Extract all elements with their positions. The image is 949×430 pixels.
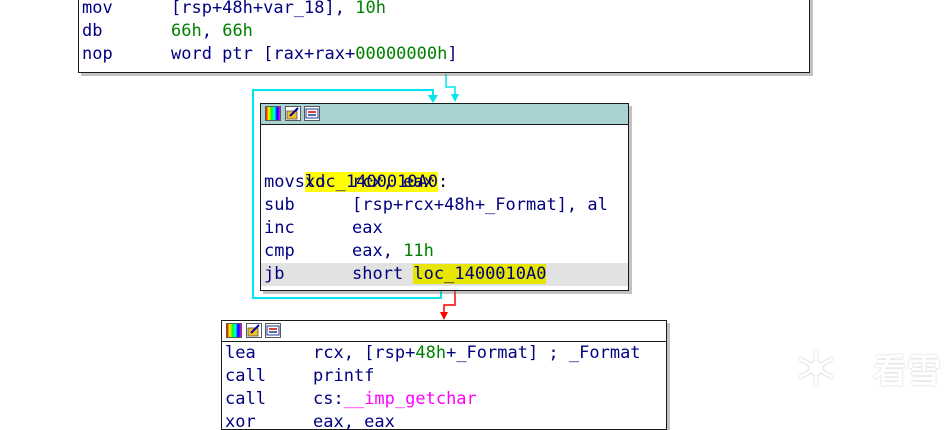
- color-node-icon[interactable]: [226, 323, 242, 338]
- instruction-line[interactable]: movsxd rcx, eax: [261, 171, 628, 194]
- mnemonic: call: [225, 366, 266, 386]
- instruction-line-selected[interactable]: jb short loc_1400010A0: [261, 263, 628, 286]
- instruction-line[interactable]: lea rcx, [rsp+48h+_Format] ; _Format: [222, 342, 666, 365]
- immediate-value: 66h: [222, 21, 253, 41]
- snowflake-icon: [799, 350, 833, 386]
- immediate-value: 10h: [355, 0, 386, 18]
- operand: short: [352, 264, 414, 284]
- node-title-bar: [222, 321, 666, 342]
- jump-target-label[interactable]: loc_1400010A0: [413, 264, 547, 284]
- operand: [rsp+48h+var_18],: [171, 0, 356, 18]
- watermark-logo: 看雪: [873, 352, 941, 392]
- block-label-line[interactable]: loc_1400010A0:: [261, 148, 628, 192]
- immediate-value: 00000000h: [355, 44, 448, 64]
- operand: word ptr [rax+rax+: [171, 44, 356, 64]
- instruction-line[interactable]: xor eax, eax: [222, 411, 666, 430]
- group-nodes-icon[interactable]: [304, 106, 320, 121]
- group-nodes-icon[interactable]: [265, 323, 281, 338]
- instruction-line[interactable]: call printf: [222, 365, 666, 388]
- rename-node-icon[interactable]: [246, 323, 262, 338]
- instruction-line[interactable]: inc eax: [261, 217, 628, 240]
- instruction-line[interactable]: mov [rsp+48h+var_18], 10h: [79, 0, 809, 20]
- operand: rcx, [rsp+: [313, 343, 416, 363]
- instruction-line[interactable]: cmp eax, 11h: [261, 240, 628, 263]
- color-node-icon[interactable]: [265, 106, 281, 121]
- operand: [rsp+rcx+48h+_Format], al: [352, 195, 608, 215]
- fallthrough-arrowhead: [451, 94, 459, 102]
- mnemonic: db: [82, 21, 103, 41]
- false-edge-arrowhead: [440, 312, 448, 320]
- mnemonic: sub: [264, 195, 295, 215]
- operand: cs:: [313, 389, 344, 409]
- operand: eax,: [352, 241, 404, 261]
- operand: eax, eax: [313, 412, 395, 430]
- mnemonic: nop: [82, 44, 113, 64]
- mnemonic: lea: [225, 343, 256, 363]
- mnemonic: movsxd: [264, 172, 326, 192]
- loop-basic-block[interactable]: loc_1400010A0: movsxd rcx, eax sub [rsp+…: [260, 103, 629, 291]
- operand: rcx, eax: [352, 172, 434, 192]
- immediate-value: 11h: [403, 241, 434, 261]
- mnemonic: cmp: [264, 241, 295, 261]
- mnemonic: xor: [225, 412, 256, 430]
- bottom-basic-block[interactable]: lea rcx, [rsp+48h+_Format] ; _Format cal…: [221, 320, 667, 430]
- immediate-value: 48h: [415, 343, 447, 363]
- operand: printf: [313, 366, 375, 386]
- instruction-line[interactable]: nop word ptr [rax+rax+00000000h]: [79, 43, 809, 66]
- loop-back-arrowhead: [428, 95, 438, 103]
- instruction-line[interactable]: call cs:__imp_getchar: [222, 388, 666, 411]
- rename-node-icon[interactable]: [285, 106, 301, 121]
- mnemonic: call: [225, 389, 266, 409]
- import-reference[interactable]: __imp_getchar: [344, 389, 477, 409]
- instruction-line[interactable]: db 66h, 66h: [79, 20, 809, 43]
- node-title-bar: [261, 104, 628, 125]
- operand: eax: [352, 218, 383, 238]
- immediate-value: 66h: [171, 21, 202, 41]
- mnemonic: inc: [264, 218, 295, 238]
- instruction-line[interactable]: sub [rsp+rcx+48h+_Format], al: [261, 194, 628, 217]
- mnemonic: mov: [82, 0, 113, 18]
- mnemonic: jb: [264, 264, 285, 284]
- top-basic-block[interactable]: mov [rsp+48h+var_18], 10h db 66h, 66h no…: [78, 0, 810, 73]
